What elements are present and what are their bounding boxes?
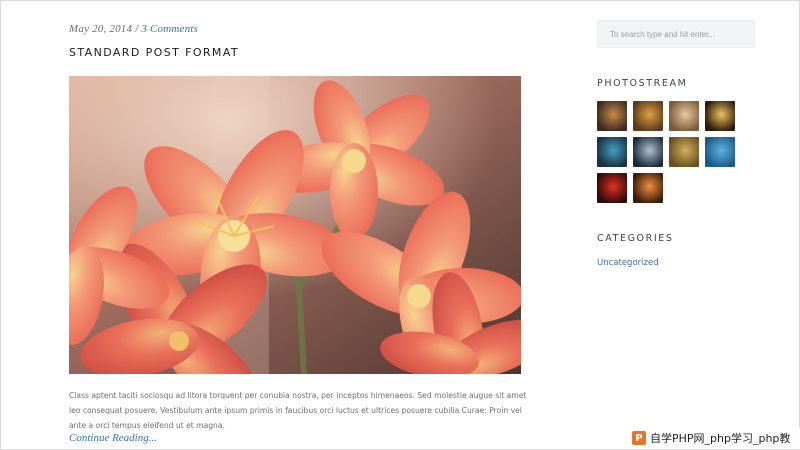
- watermark-text: 自学PHP网_php学习_php教: [650, 432, 791, 445]
- photostream-thumb[interactable]: [597, 101, 627, 131]
- post-date: May 20, 2014: [69, 23, 133, 35]
- post-excerpt: Class aptent taciti sociosqu ad litora t…: [69, 391, 527, 430]
- photostream-grid: [597, 101, 742, 203]
- featured-image[interactable]: [69, 76, 521, 374]
- photostream-thumb[interactable]: [633, 137, 663, 167]
- photostream-thumb[interactable]: [669, 101, 699, 131]
- photostream-thumb[interactable]: [633, 173, 663, 203]
- photostream-thumb[interactable]: [597, 137, 627, 167]
- photostream-title: PHOTOSTREAM: [597, 78, 688, 89]
- category-link-uncategorized[interactable]: Uncategorized: [597, 258, 659, 268]
- search-input[interactable]: [597, 20, 755, 48]
- photostream-thumb[interactable]: [669, 137, 699, 167]
- comments-link[interactable]: 3 Comments: [141, 23, 198, 35]
- categories-title: CATEGORIES: [597, 233, 674, 244]
- post-meta: May 20, 2014 / 3 Comments: [69, 23, 198, 35]
- php-logo-icon: P: [632, 431, 646, 445]
- watermark: P 自学PHP网_php学习_php教: [628, 427, 800, 449]
- post-title[interactable]: STANDARD POST FORMAT: [69, 46, 239, 59]
- flower-illustration: [69, 76, 521, 374]
- photostream-thumb[interactable]: [705, 137, 735, 167]
- photostream-thumb[interactable]: [597, 173, 627, 203]
- meta-separator: /: [135, 23, 139, 35]
- continue-reading-link[interactable]: Continue Reading...: [69, 432, 157, 444]
- photostream-thumb[interactable]: [705, 101, 735, 131]
- photostream-thumb[interactable]: [633, 101, 663, 131]
